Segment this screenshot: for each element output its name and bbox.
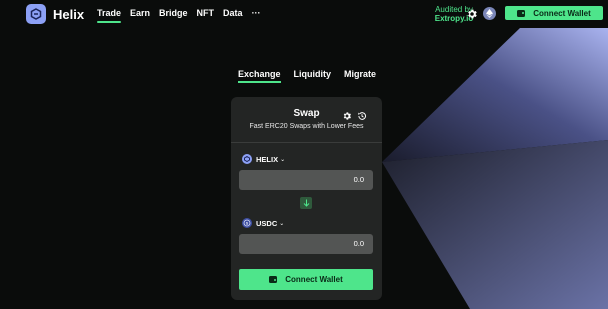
wallet-icon (269, 276, 278, 283)
card-divider (231, 142, 382, 143)
swap-direction-button[interactable] (300, 197, 312, 209)
swap-subtitle: Fast ERC20 Swaps with Lower Fees (249, 123, 364, 130)
to-token-selector[interactable]: $ USDC ⌄ (242, 218, 284, 228)
connect-wallet-label: Connect Wallet (285, 275, 343, 284)
history-clock-icon[interactable] (357, 111, 367, 121)
nav-earn[interactable]: Earn (130, 8, 150, 19)
usdc-token-icon: $ (242, 218, 252, 228)
wallet-icon (517, 9, 526, 17)
helix-logo-icon (26, 4, 46, 24)
chevron-down-icon: ⌄ (279, 220, 285, 227)
trade-tabs: Exchange Liquidity Migrate (238, 69, 389, 83)
tab-migrate[interactable]: Migrate (344, 69, 376, 79)
tab-exchange[interactable]: Exchange (238, 69, 281, 83)
helix-token-icon (242, 154, 252, 164)
nav-trade[interactable]: Trade (97, 8, 122, 23)
chevron-down-icon: ⌄ (280, 156, 286, 163)
app-name: Helix (53, 6, 85, 22)
main-nav: Trade Earn Bridge NFT Data ··· (97, 8, 270, 23)
nav-bridge[interactable]: Bridge (159, 8, 188, 19)
ethereum-network-icon[interactable] (483, 7, 496, 20)
connect-wallet-header-button[interactable]: Connect Wallet (505, 6, 603, 20)
arrow-down-icon (303, 199, 309, 207)
svg-text:$: $ (246, 221, 249, 226)
from-token-selector[interactable]: HELIX ⌄ (242, 154, 285, 164)
to-token-label: USDC (256, 218, 278, 228)
nav-more[interactable]: ··· (252, 8, 261, 19)
top-bar: Helix Trade Earn Bridge NFT Data ··· Aud… (0, 0, 608, 28)
to-amount-input[interactable]: 0.0 (239, 234, 373, 254)
nav-data[interactable]: Data (223, 8, 243, 19)
swap-settings-gear-icon[interactable] (342, 111, 352, 121)
settings-gear-icon[interactable] (466, 8, 478, 20)
tab-liquidity[interactable]: Liquidity (294, 69, 332, 79)
from-amount-input[interactable]: 0.0 (239, 170, 373, 190)
from-token-label: HELIX (256, 154, 279, 164)
logo[interactable]: Helix (26, 4, 84, 24)
swap-card: Swap Fast ERC20 Swaps with Lower Fees HE… (231, 97, 382, 300)
connect-wallet-button[interactable]: Connect Wallet (239, 269, 373, 290)
nav-nft[interactable]: NFT (197, 8, 215, 19)
connect-wallet-header-label: Connect Wallet (533, 8, 591, 18)
